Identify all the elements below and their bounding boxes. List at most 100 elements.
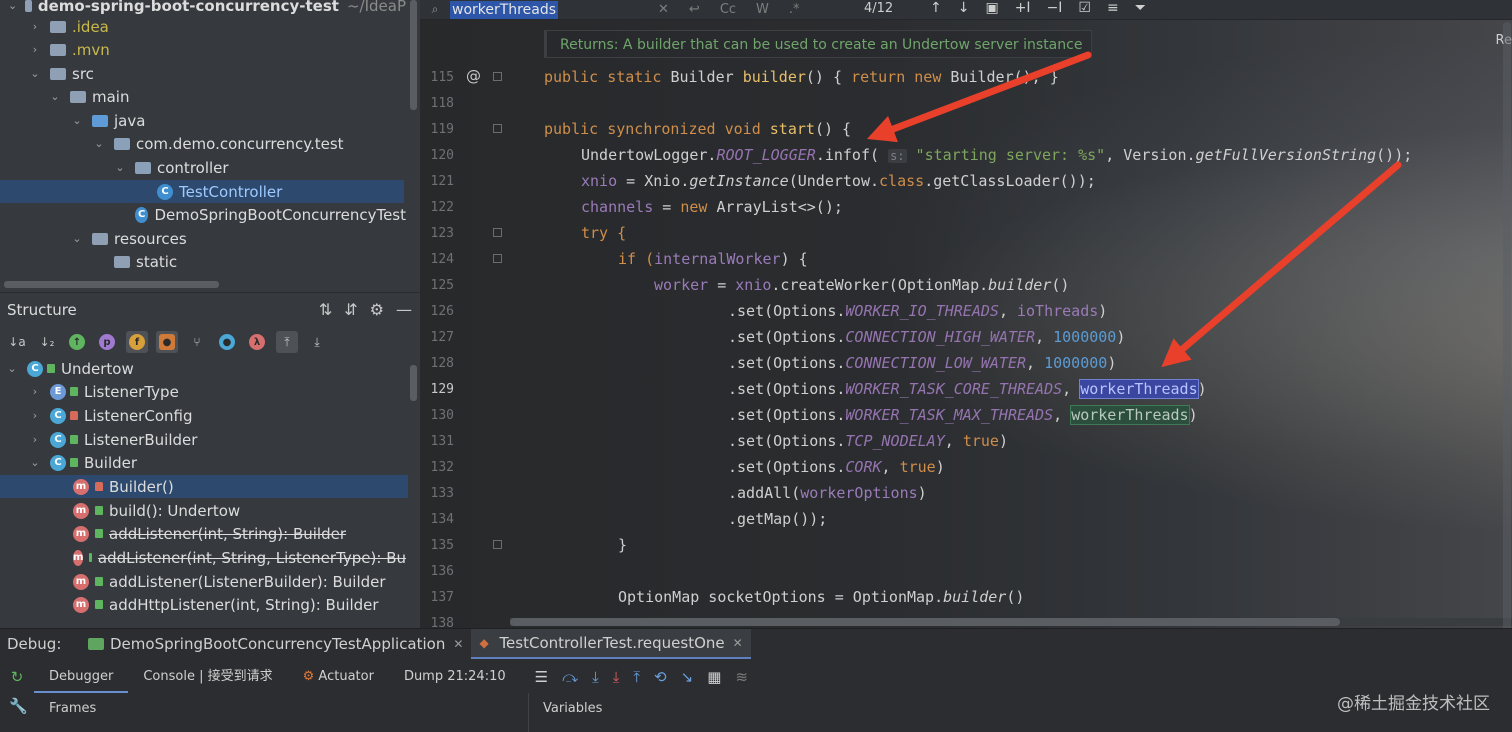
- gear-icon[interactable]: ⚙: [370, 300, 384, 319]
- expand-all-icon[interactable]: ⇅: [319, 300, 332, 319]
- project-vertical-scrollbar[interactable]: [410, 0, 417, 110]
- chevron-down-icon[interactable]: ⌄: [28, 456, 42, 469]
- structure-item-listenerbuilder[interactable]: › C ListenerBuilder: [0, 428, 406, 451]
- fold-icon[interactable]: [493, 254, 502, 263]
- divider: [528, 693, 529, 732]
- code-area[interactable]: public static Builder builder() { return…: [544, 0, 1512, 612]
- sort-visibility-icon[interactable]: ↓₂: [36, 331, 58, 353]
- hierarchy-icon[interactable]: ⑂: [186, 331, 208, 353]
- structure-item-addlistener-2[interactable]: m addListener(int, String, ListenerType)…: [0, 546, 406, 569]
- structure-item-build[interactable]: m build(): Undertow: [0, 499, 406, 522]
- chevron-down-icon[interactable]: ⌄: [5, 362, 19, 375]
- run-to-cursor-icon[interactable]: ↘: [681, 668, 694, 686]
- project-horizontal-scrollbar[interactable]: [4, 281, 219, 288]
- chevron-down-icon[interactable]: ⌄: [92, 137, 106, 150]
- tree-item-testcontroller[interactable]: C TestController: [0, 180, 404, 203]
- fold-icon[interactable]: [493, 72, 502, 81]
- chevron-right-icon[interactable]: ›: [28, 385, 42, 398]
- search-icon[interactable]: ⌕: [420, 2, 450, 17]
- minimize-icon[interactable]: —: [396, 300, 412, 319]
- structure-item-builder-ctor[interactable]: m Builder(): [0, 475, 408, 498]
- method-icon: m: [73, 549, 84, 566]
- code-editor[interactable]: ⌕ workerThreads ✕ ↩ Cc W .* 4/12 ↑ ↓ ▣ +…: [420, 0, 1512, 628]
- structure-item-undertow[interactable]: ⌄ C Undertow: [0, 357, 406, 380]
- tab-debugger[interactable]: Debugger: [34, 660, 129, 693]
- module-folder-icon: [25, 0, 32, 12]
- chevron-right-icon[interactable]: ›: [28, 43, 42, 56]
- watermark: @稀土掘金技术社区: [1337, 694, 1490, 714]
- tree-item-resources[interactable]: ⌄ resources: [0, 227, 406, 250]
- chevron-down-icon[interactable]: ⌄: [113, 161, 127, 174]
- structure-item-addlistener-3[interactable]: m addListener(ListenerBuilder): Builder: [0, 570, 406, 593]
- show-fields-icon[interactable]: f: [126, 331, 148, 353]
- tree-item-app-class[interactable]: C DemoSpringBootConcurrencyTest: [0, 203, 406, 226]
- tab-actuator[interactable]: ⚙ Actuator: [288, 660, 389, 693]
- force-step-into-icon[interactable]: ⤓: [613, 668, 620, 686]
- anonymous-class-icon[interactable]: ●: [216, 331, 238, 353]
- chevron-right-icon[interactable]: ›: [28, 433, 42, 446]
- structure-item-listenertype[interactable]: › E ListenerType: [0, 380, 406, 403]
- chevron-down-icon[interactable]: ⌄: [48, 90, 62, 103]
- wrench-icon[interactable]: 🔧: [9, 697, 28, 715]
- public-icon: [70, 458, 78, 467]
- tree-item-java[interactable]: ⌄ java: [0, 109, 406, 132]
- source-folder-icon: [92, 114, 108, 127]
- structure-item-addhttplistener[interactable]: m addHttpListener(int, String): Builder: [0, 593, 406, 616]
- close-icon[interactable]: ✕: [453, 637, 463, 651]
- override-icon[interactable]: @: [466, 67, 481, 85]
- chevron-down-icon[interactable]: ⌄: [70, 114, 84, 127]
- autoscroll-to-source-icon[interactable]: ⤒: [276, 331, 298, 353]
- code-line-128: .set(Options.CONNECTION_LOW_WATER, 10000…: [728, 354, 1117, 372]
- line-number: 131: [430, 434, 454, 449]
- tree-item-idea[interactable]: › .idea: [0, 15, 406, 38]
- tab-console[interactable]: Console | 接受到请求: [128, 660, 287, 693]
- tree-item-label: .idea: [72, 17, 109, 36]
- editor-vertical-scrollbar[interactable]: [1503, 22, 1511, 628]
- close-icon[interactable]: ✕: [733, 636, 743, 650]
- step-out-icon[interactable]: ⤒: [633, 668, 640, 686]
- trace-stream-icon[interactable]: ≋: [735, 668, 748, 686]
- show-non-public-icon[interactable]: ●: [156, 331, 178, 353]
- tree-item-src[interactable]: ⌄ src: [0, 62, 406, 85]
- line-number: 137: [430, 590, 454, 605]
- show-inherited-icon[interactable]: ↑: [66, 331, 88, 353]
- tab-dump[interactable]: Dump 21:24:10: [389, 660, 521, 693]
- tree-item-controller[interactable]: ⌄ controller: [0, 156, 406, 179]
- show-properties-icon[interactable]: p: [96, 331, 118, 353]
- tab-app-session[interactable]: DemoSpringBootConcurrencyTestApplication…: [80, 629, 471, 659]
- structure-item-builder[interactable]: ⌄ C Builder: [0, 451, 406, 474]
- editor-horizontal-scrollbar[interactable]: [510, 618, 1340, 626]
- structure-item-label: addListener(ListenerBuilder): Builder: [109, 572, 386, 591]
- sort-alpha-icon[interactable]: ↓a: [6, 331, 28, 353]
- autoscroll-from-source-icon[interactable]: ⤓: [306, 331, 328, 353]
- fold-icon[interactable]: [493, 540, 502, 549]
- tree-item-static[interactable]: static: [0, 250, 406, 273]
- menu-icon[interactable]: ☰: [535, 668, 548, 686]
- structure-scrollbar[interactable]: [410, 365, 417, 401]
- rerun-icon[interactable]: ↻: [0, 668, 34, 686]
- line-number: 124: [430, 252, 454, 267]
- tree-item-package[interactable]: ⌄ com.demo.concurrency.test: [0, 132, 406, 155]
- step-into-icon[interactable]: ⤓: [592, 668, 599, 686]
- chevron-right-icon[interactable]: ›: [28, 20, 42, 33]
- fold-icon[interactable]: [493, 124, 502, 133]
- chevron-down-icon[interactable]: ⌄: [8, 0, 17, 12]
- line-number: 126: [430, 304, 454, 319]
- search-input[interactable]: workerThreads: [450, 0, 558, 19]
- structure-item-addlistener-1[interactable]: m addListener(int, String): Builder: [0, 522, 406, 545]
- lambda-icon[interactable]: λ: [246, 331, 268, 353]
- collapse-all-icon[interactable]: ⇵: [344, 300, 357, 319]
- structure-item-listenerconfig[interactable]: › C ListenerConfig: [0, 404, 406, 427]
- code-line-125: worker = xnio.createWorker(OptionMap.bui…: [654, 276, 1070, 294]
- search-match: workerThreads: [1070, 405, 1190, 425]
- step-over-icon[interactable]: ⤼: [562, 668, 578, 686]
- drop-frame-icon[interactable]: ⟲: [654, 668, 667, 686]
- tree-item-mvn[interactable]: › .mvn: [0, 38, 406, 61]
- chevron-down-icon[interactable]: ⌄: [70, 232, 84, 245]
- fold-icon[interactable]: [493, 228, 502, 237]
- evaluate-expression-icon[interactable]: ▦: [707, 668, 721, 686]
- chevron-right-icon[interactable]: ›: [28, 409, 42, 422]
- tree-item-main[interactable]: ⌄ main: [0, 85, 406, 108]
- tab-test-session[interactable]: ◆ TestControllerTest.requestOne ✕: [471, 629, 751, 659]
- chevron-down-icon[interactable]: ⌄: [28, 67, 42, 80]
